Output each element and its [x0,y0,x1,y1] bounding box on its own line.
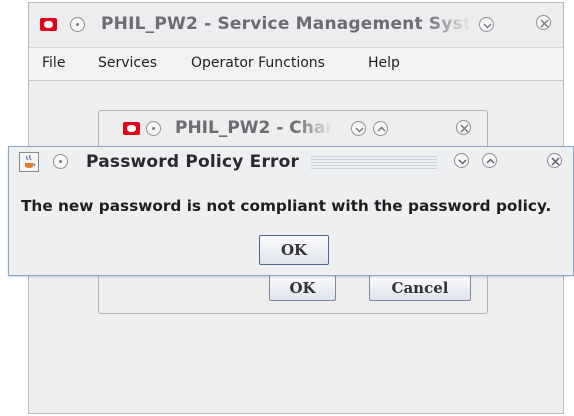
close-icon[interactable] [536,15,551,30]
menu-help[interactable]: Help [368,55,400,71]
minimize-icon[interactable] [479,17,494,32]
minimize-icon[interactable] [454,153,469,168]
menubar: File Services Operator Functions Help [29,47,563,81]
password-policy-error-dialog: Password Policy Error The new password i… [8,146,574,276]
window-menu-icon[interactable] [146,121,161,136]
maximize-icon[interactable] [373,121,388,136]
window-menu-icon[interactable] [53,154,68,169]
menu-services[interactable]: Services [98,55,157,71]
maximize-icon[interactable] [482,153,497,168]
java-cup-icon [19,152,39,172]
oracle-logo-icon [123,122,140,135]
error-dialog-title: Password Policy Error [86,152,300,172]
change-ok-button[interactable]: OK [269,275,336,301]
close-icon[interactable] [456,120,471,135]
menu-file[interactable]: File [42,55,65,71]
window-menu-icon[interactable] [70,17,85,32]
error-message: The new password is not compliant with t… [21,197,552,215]
error-ok-button[interactable]: OK [259,235,329,265]
close-icon[interactable] [547,153,562,168]
minimize-icon[interactable] [351,121,366,136]
main-titlebar[interactable]: PHIL_PW2 - Service Management System [29,3,563,47]
change-cancel-button[interactable]: Cancel [369,275,471,301]
oracle-logo-icon [40,18,57,31]
menu-operator-functions[interactable]: Operator Functions [191,55,325,71]
